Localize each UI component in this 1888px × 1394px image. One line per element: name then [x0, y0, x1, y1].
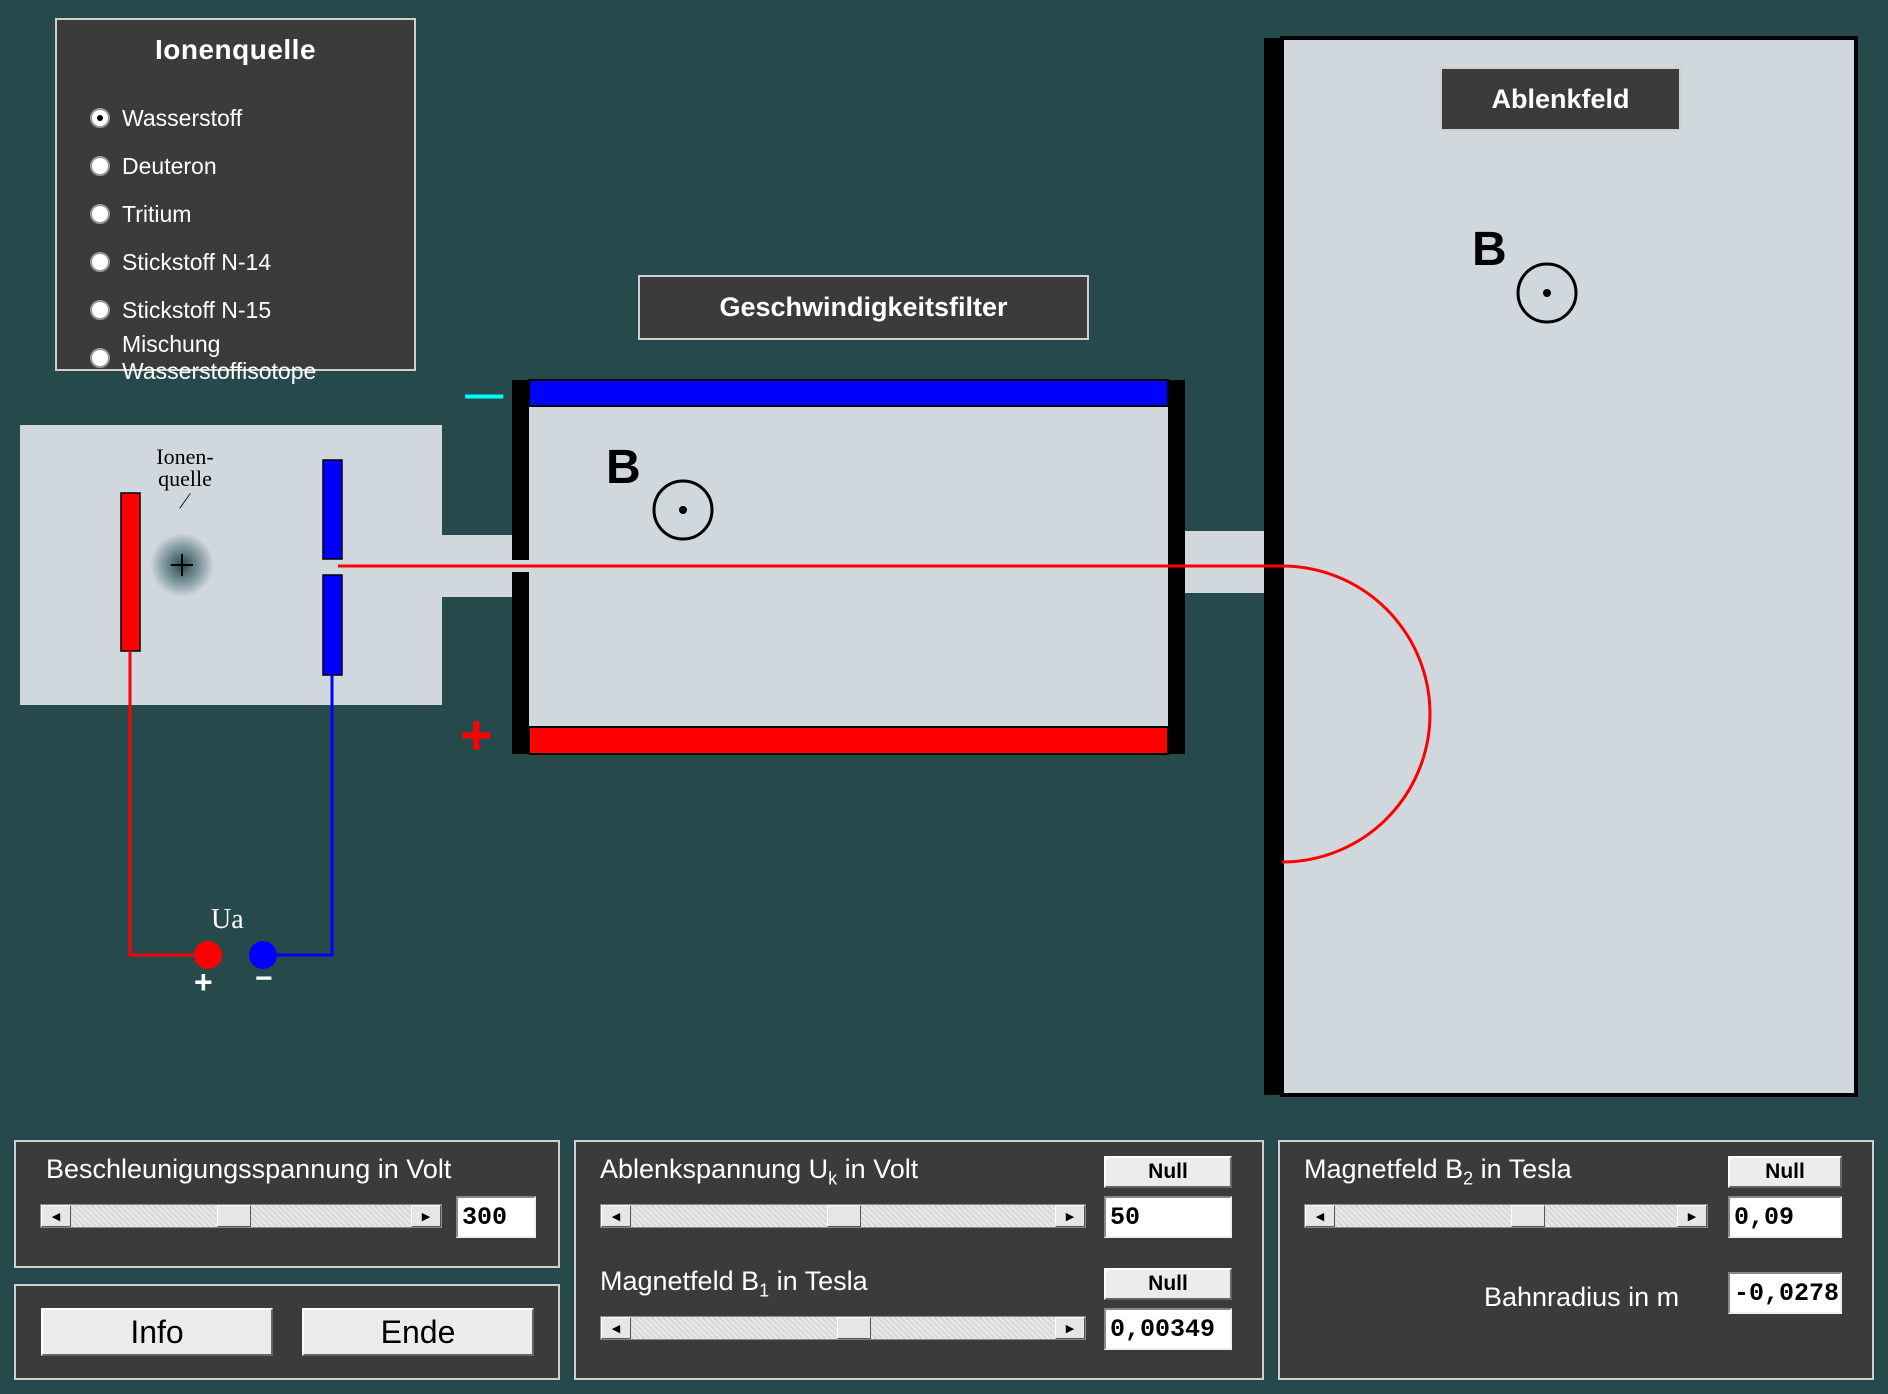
end-button[interactable]: Ende [302, 1308, 534, 1356]
positive-electrode [120, 492, 141, 652]
negative-electrode-top [322, 459, 343, 560]
slider-right-arrow[interactable]: ▶ [1055, 1317, 1085, 1339]
filter-controls-panel: Ablenkspannung Uk in Volt Null ◀ ▶ 50 Ma… [574, 1140, 1264, 1380]
deflection-voltage-null-button[interactable]: Null [1104, 1156, 1232, 1188]
apparatus-diagram [20, 36, 1858, 1097]
magnetic-b2-value[interactable]: 0,09 [1728, 1196, 1842, 1238]
deflection-chamber [1280, 36, 1858, 1097]
minus-terminal-label: − [255, 962, 273, 995]
negative-plate [528, 379, 1169, 407]
slider-right-arrow[interactable]: ▶ [411, 1205, 441, 1227]
velocity-filter-title: Geschwindigkeitsfilter [638, 275, 1089, 340]
deflection-field-title: Ablenkfeld [1440, 67, 1681, 131]
button-panel: Info Ende [14, 1284, 560, 1380]
b-field-dot [679, 506, 687, 514]
magnetic-b1-label: Magnetfeld B1 in Tesla [600, 1266, 868, 1301]
slider-left-arrow[interactable]: ◀ [601, 1317, 631, 1339]
wire-negative [263, 675, 334, 957]
magnetic-b2-null-button[interactable]: Null [1728, 1156, 1842, 1188]
voltage-label: Ua [211, 904, 244, 935]
ion-source-label-line2: quelle [158, 466, 212, 491]
deflection-voltage-slider[interactable]: ◀ ▶ [600, 1204, 1086, 1228]
magnetic-b2-label: Magnetfeld B2 in Tesla [1304, 1154, 1572, 1189]
slider-right-arrow[interactable]: ▶ [1055, 1205, 1085, 1227]
ion-source-label: Ionen- quelle / [140, 444, 230, 514]
ion-source-pointer: / [177, 488, 193, 513]
ion-source-label-line1: Ionen- [156, 444, 214, 469]
negative-electrode-bottom [322, 574, 343, 676]
deflection-b-label: B [1472, 223, 1507, 276]
deflection-controls-panel: Magnetfeld B2 in Tesla Null ◀ ▶ 0,09 Bah… [1278, 1140, 1874, 1380]
magnetic-b1-slider[interactable]: ◀ ▶ [600, 1316, 1086, 1340]
slider-thumb[interactable] [217, 1205, 251, 1227]
magnetic-b2-slider[interactable]: ◀ ▶ [1304, 1204, 1708, 1228]
slider-left-arrow[interactable]: ◀ [1305, 1205, 1335, 1227]
b-field-dot [1543, 289, 1551, 297]
acceleration-panel: Beschleunigungsspannung in Volt ◀ ▶ 300 [14, 1140, 560, 1268]
orbit-radius-value: -0,0278 [1728, 1272, 1842, 1314]
slider-right-arrow[interactable]: ▶ [1677, 1205, 1707, 1227]
deflection-voltage-value[interactable]: 50 [1104, 1196, 1232, 1238]
acceleration-label: Beschleunigungsspannung in Volt [46, 1154, 452, 1184]
acceleration-value[interactable]: 300 [456, 1196, 536, 1238]
orbit-radius-label: Bahnradius in m [1484, 1282, 1680, 1312]
slider-thumb[interactable] [1511, 1205, 1545, 1227]
negative-plate-label: –– [464, 372, 504, 416]
filter-wall-left-top [512, 380, 529, 560]
filter-b-label: B [606, 441, 641, 494]
plus-terminal-label: + [194, 964, 213, 1000]
positive-plate [528, 726, 1169, 755]
acceleration-slider[interactable]: ◀ ▶ [40, 1204, 442, 1228]
positive-plate-label: + [460, 703, 493, 766]
info-button[interactable]: Info [41, 1308, 273, 1356]
slider-left-arrow[interactable]: ◀ [601, 1205, 631, 1227]
slider-left-arrow[interactable]: ◀ [41, 1205, 71, 1227]
filter-wall-left-bottom [512, 572, 529, 754]
slider-thumb[interactable] [827, 1205, 861, 1227]
slider-thumb[interactable] [837, 1317, 871, 1339]
channel-2 [1185, 531, 1267, 593]
magnetic-b1-value[interactable]: 0,00349 [1104, 1308, 1232, 1350]
deflection-voltage-label: Ablenkspannung Uk in Volt [600, 1154, 919, 1189]
magnetic-b1-null-button[interactable]: Null [1104, 1268, 1232, 1300]
